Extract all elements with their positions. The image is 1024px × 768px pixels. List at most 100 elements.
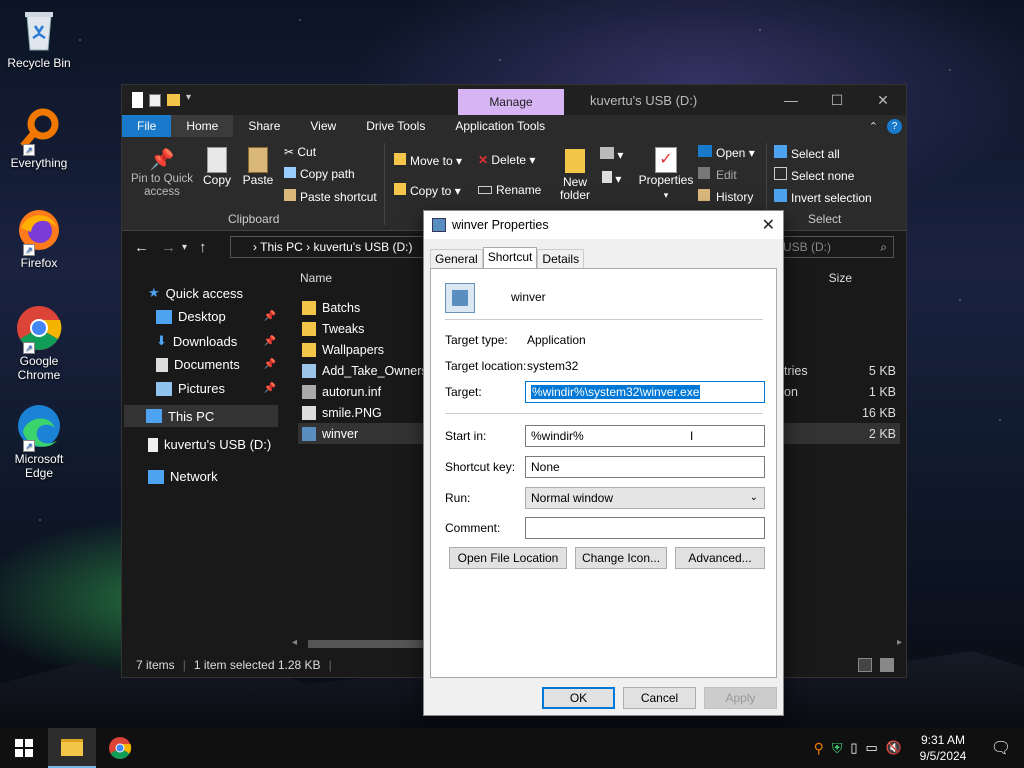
nav-usb-drive[interactable]: kuvertu's USB (D:) (148, 437, 271, 452)
delete-button[interactable]: ✕ Delete ▾ (478, 153, 535, 167)
nav-pictures[interactable]: Pictures 📌 (156, 381, 276, 396)
start-in-field[interactable]: %windir% I (525, 425, 765, 447)
cut-button[interactable]: ✂ Cut (284, 145, 316, 159)
nav-downloads[interactable]: ⬇ Downloads 📌 (156, 333, 276, 349)
search-box[interactable]: USB (D:) ⌕ (776, 236, 894, 258)
pin-quick-access-button[interactable]: 📌 Pin to Quick access (130, 147, 194, 199)
properties-check-icon[interactable] (149, 93, 161, 107)
maximize-icon[interactable]: ☐ (814, 85, 860, 115)
tab-application-tools[interactable]: Application Tools (440, 115, 560, 137)
cancel-button[interactable]: Cancel (623, 687, 696, 709)
breadcrumb-usb[interactable]: kuvertu's USB (D:) (313, 240, 412, 254)
dialog-titlebar: winver Properties ✕ (424, 211, 783, 239)
close-icon[interactable]: ✕ (762, 215, 775, 235)
scroll-right-icon[interactable]: ▸ (897, 637, 902, 648)
desktop-icon-edge[interactable]: ↗ Microsoft Edge (4, 402, 74, 480)
nav-network[interactable]: Network (148, 469, 218, 484)
open-icon (698, 145, 712, 157)
tab-view[interactable]: View (295, 115, 351, 137)
item-count: 7 items (136, 658, 175, 672)
recent-chevron-icon[interactable]: ▾ (182, 242, 187, 253)
copy-to-button[interactable]: Copy to ▾ (394, 183, 461, 198)
select-none-button[interactable]: Select none (774, 167, 854, 183)
apply-button[interactable]: Apply (704, 687, 777, 709)
run-select[interactable]: Normal window ⌄ (525, 487, 765, 509)
taskbar-file-explorer[interactable] (48, 728, 96, 768)
close-icon[interactable]: ✕ (860, 85, 906, 115)
context-tab-manage-app[interactable]: Manage (458, 89, 564, 115)
minimize-icon[interactable]: — (768, 85, 814, 115)
start-button[interactable] (0, 728, 48, 768)
rename-button[interactable]: Rename (478, 183, 541, 197)
forward-arrow-icon[interactable]: → (161, 239, 176, 256)
tab-share[interactable]: Share (233, 115, 295, 137)
ok-button[interactable]: OK (542, 687, 615, 709)
taskbar-chrome[interactable] (96, 728, 144, 768)
nav-documents[interactable]: Documents 📌 (156, 357, 276, 372)
column-header-size[interactable]: Size (829, 271, 852, 285)
tab-file[interactable]: File (122, 115, 172, 137)
open-file-location-button[interactable]: Open File Location (449, 547, 567, 569)
breadcrumb-this-pc[interactable]: This PC (260, 240, 303, 254)
history-button[interactable]: History (698, 189, 753, 204)
edit-button[interactable]: Edit (698, 167, 737, 182)
desktop-icon-label: Firefox (20, 256, 58, 270)
paste-button[interactable]: Paste (242, 147, 274, 187)
details-view-icon[interactable] (858, 658, 872, 672)
chevron-down-icon[interactable]: ▾ (186, 92, 196, 108)
file-icon[interactable] (132, 92, 143, 108)
shortcut-panel: winver Target type: Application Target l… (430, 268, 777, 678)
network-disconnected-icon[interactable]: ▭ (866, 740, 878, 756)
tab-home[interactable]: Home (171, 115, 234, 137)
nav-quick-access[interactable]: ★ Quick access (148, 285, 243, 301)
recycle-bin-icon (15, 6, 63, 54)
copy-path-button[interactable]: Copy path (284, 167, 355, 181)
up-arrow-icon[interactable]: ↑ (199, 239, 207, 256)
everything-tray-icon[interactable]: ⚲ (814, 740, 824, 757)
shortcut-app-icon (302, 426, 316, 441)
shortcut-key-field[interactable]: None (525, 456, 765, 478)
pin-icon: 📌 (263, 335, 276, 347)
usb-eject-icon[interactable]: ▯ (850, 740, 857, 756)
invert-selection-button[interactable]: Invert selection (774, 189, 872, 205)
desktop-icon-everything[interactable]: ↗ Everything (4, 106, 74, 170)
select-all-button[interactable]: Select all (774, 145, 840, 161)
help-icon[interactable]: ? (887, 118, 902, 134)
address-box[interactable]: › This PC › kuvertu's USB (D:) (230, 236, 426, 258)
tab-general[interactable]: General (430, 249, 483, 269)
paste-shortcut-button[interactable]: Paste shortcut (284, 189, 377, 204)
comment-field[interactable] (525, 517, 765, 539)
desktop-icon-chrome[interactable]: ↗ Google Chrome (4, 304, 74, 382)
nav-desktop[interactable]: Desktop 📌 (156, 309, 276, 324)
easy-access-icon[interactable]: ▾ (602, 171, 621, 186)
back-arrow-icon[interactable]: ← (134, 239, 149, 256)
context-tab-manage-drive[interactable]: Manage (351, 89, 457, 115)
collapse-ribbon-icon[interactable]: ⌃ (869, 120, 878, 133)
desktop-icon-recycle-bin[interactable]: Recycle Bin (4, 6, 74, 70)
move-to-button[interactable]: Move to ▾ (394, 153, 462, 168)
target-field[interactable]: %windir%\system32\winver.exe (525, 381, 765, 403)
scroll-left-icon[interactable]: ◂ (292, 637, 297, 648)
security-shield-icon[interactable]: ⛨ (832, 740, 843, 757)
copy-button[interactable]: Copy (202, 147, 232, 187)
tab-details[interactable]: Details (537, 249, 585, 269)
properties-button[interactable]: ✓ Properties ▾ (638, 147, 694, 201)
new-folder-button[interactable]: New folder (558, 149, 592, 202)
large-icons-view-icon[interactable] (880, 658, 894, 672)
desktop-icon-firefox[interactable]: ↗ Firefox (4, 206, 74, 270)
tab-drive-tools[interactable]: Drive Tools (351, 115, 440, 137)
nav-this-pc[interactable]: This PC (124, 405, 278, 427)
scroll-thumb[interactable] (308, 640, 428, 648)
open-button[interactable]: Open ▾ (698, 145, 755, 160)
tab-shortcut[interactable]: Shortcut (482, 247, 538, 269)
paste-clipboard-icon (248, 147, 268, 173)
registry-file-icon (302, 363, 316, 378)
notification-center-icon[interactable]: 🗨 (978, 738, 1024, 758)
volume-muted-icon[interactable]: 🔇 (886, 740, 902, 756)
clock[interactable]: 9:31 AM 9/5/2024 (908, 732, 978, 764)
column-header-name[interactable]: Name (300, 271, 332, 285)
change-icon-button[interactable]: Change Icon... (575, 547, 667, 569)
folder-icon[interactable] (167, 94, 180, 106)
new-item-icon[interactable]: ▾ (600, 147, 623, 162)
advanced-button[interactable]: Advanced... (675, 547, 765, 569)
